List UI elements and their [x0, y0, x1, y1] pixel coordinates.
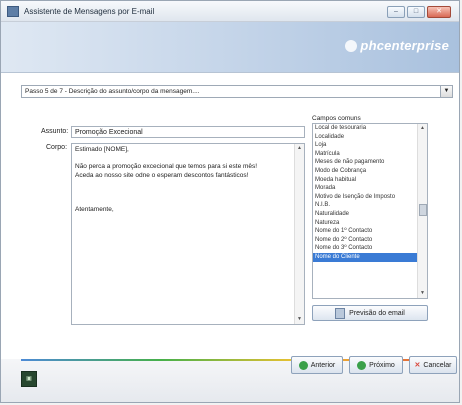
campos-list-item[interactable]: Nome do 2º Contacto — [313, 236, 427, 245]
campos-list-item[interactable]: Matrícula — [313, 150, 427, 159]
campos-list-item[interactable]: Naturalidade — [313, 210, 427, 219]
next-label: Próximo — [369, 361, 395, 369]
corpo-line: Atentamente, — [75, 205, 114, 213]
cancel-label: Cancelar — [423, 361, 452, 369]
arrow-right-icon — [357, 360, 367, 370]
scroll-down-icon[interactable]: ▼ — [418, 289, 427, 298]
preview-label: Previsão do email — [349, 309, 405, 317]
campos-list-item[interactable]: Nome do Cliente — [313, 252, 427, 262]
corpo-line: Estimado [NOME], — [75, 146, 129, 153]
brand-icon — [345, 39, 358, 52]
corpo-line: Aceda ao nosso site odne o esperam desco… — [75, 171, 249, 179]
campos-list[interactable]: Local de tesouraria Localidade Loja Matrícu… — [312, 123, 428, 299]
header-banner: phcenterprise — [1, 22, 459, 73]
corpo-scrollbar[interactable]: ▲ ▼ — [294, 144, 304, 324]
scroll-down-icon[interactable]: ▼ — [295, 315, 304, 324]
step-select-value: Passo 5 de 7 - Descrição do assunto/corp… — [25, 88, 200, 95]
corpo-line — [75, 180, 293, 189]
campos-list-item[interactable]: Meses de não pagamento — [313, 158, 427, 167]
corpo-line: Não perca a promoção excecional que temo… — [75, 163, 258, 170]
campos-scrollbar[interactable]: ▲ ▼ — [417, 124, 427, 298]
cancel-button[interactable]: ✕ Cancelar — [409, 356, 457, 374]
scroll-up-icon[interactable]: ▲ — [295, 144, 304, 153]
corpo-line — [75, 197, 293, 206]
brand-text: phcenterprise — [360, 38, 449, 53]
corpo-line — [75, 189, 293, 198]
window-title: Assistente de Mensagens por E-mail — [24, 6, 155, 16]
corpo-label: Corpo: — [46, 144, 68, 151]
previous-button[interactable]: Anterior — [291, 356, 343, 374]
campos-list-item[interactable]: Morada — [313, 184, 427, 193]
arrow-left-icon — [298, 360, 308, 370]
corpo-text: Estimado [NOME], Não perca a promoção ex… — [75, 146, 293, 214]
close-button[interactable]: ✕ — [427, 6, 451, 18]
preview-icon — [335, 307, 346, 319]
corpo-textarea[interactable]: Estimado [NOME], Não perca a promoção ex… — [71, 143, 305, 325]
campos-list-item[interactable]: Nome do 3º Contacto — [313, 244, 427, 253]
scroll-thumb[interactable] — [419, 204, 427, 216]
app-icon — [7, 5, 19, 17]
campos-list-item[interactable]: Modo de Cobrança — [313, 167, 427, 176]
minimize-button[interactable]: – — [387, 6, 405, 18]
campos-list-item[interactable]: Motivo de Isenção de Imposto — [313, 193, 427, 202]
preview-email-button[interactable]: Previsão do email — [312, 305, 428, 321]
campos-title: Campos comuns — [312, 115, 361, 122]
campos-list-item[interactable]: Localidade — [313, 133, 427, 142]
app-logo-icon: ▣ — [21, 371, 37, 387]
chevron-down-icon[interactable]: ▼ — [440, 86, 452, 97]
cancel-icon: ✕ — [414, 362, 421, 369]
scroll-up-icon[interactable]: ▲ — [418, 124, 427, 133]
campos-list-item[interactable]: N.I.B. — [313, 201, 427, 210]
campos-list-item[interactable]: Nome do 1º Contacto — [313, 227, 427, 236]
previous-label: Anterior — [310, 361, 336, 369]
assunto-label: Assunto: — [41, 128, 69, 135]
campos-list-item[interactable]: Local de tesouraria — [313, 124, 427, 133]
next-button[interactable]: Próximo — [349, 356, 403, 374]
campos-list-item[interactable]: Natureza — [313, 219, 427, 228]
caption-buttons: – □ ✕ — [387, 6, 451, 18]
campos-list-item[interactable]: Moeda habitual — [313, 176, 427, 185]
assunto-input[interactable]: Promoção Excecional — [71, 126, 305, 138]
wizard-content: Passo 5 de 7 - Descrição do assunto/corp… — [1, 73, 459, 359]
assunto-value: Promoção Excecional — [75, 128, 143, 136]
brand-logo: phcenterprise — [345, 38, 449, 53]
maximize-button[interactable]: □ — [407, 6, 425, 18]
wizard-window: Assistente de Mensagens por E-mail – □ ✕… — [0, 0, 460, 403]
title-bar: Assistente de Mensagens por E-mail – □ ✕ — [1, 1, 459, 22]
corpo-line — [75, 155, 293, 164]
campos-list-item[interactable]: Loja — [313, 141, 427, 150]
step-select[interactable]: Passo 5 de 7 - Descrição do assunto/corp… — [21, 85, 453, 98]
